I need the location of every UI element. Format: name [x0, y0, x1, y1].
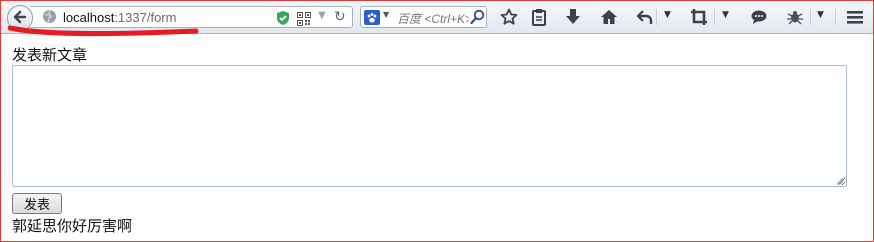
url-path: :1337/form: [114, 10, 177, 25]
undo-dropdown-icon[interactable]: ▼: [664, 10, 671, 20]
crop-icon[interactable]: [688, 6, 710, 28]
home-icon[interactable]: [598, 6, 620, 28]
toolbar-separator: [656, 9, 657, 25]
search-icon[interactable]: [470, 9, 485, 29]
reload-icon[interactable]: ↻: [334, 9, 346, 25]
red-underline-annotation: [8, 25, 199, 37]
addon-dropdown-icon[interactable]: ▼: [817, 10, 824, 20]
resize-grip-icon[interactable]: [835, 176, 844, 185]
url-host: localhost: [63, 10, 115, 25]
clipboard-icon[interactable]: [528, 6, 550, 28]
crop-dropdown-icon[interactable]: ▼: [722, 10, 729, 20]
baidu-paw-icon[interactable]: [364, 10, 380, 25]
download-icon[interactable]: [562, 6, 584, 28]
search-engine-dropdown-icon[interactable]: ▼: [383, 10, 389, 19]
search-bar[interactable]: ▼ 百度 <Ctrl+K>: [360, 6, 487, 28]
article-textarea[interactable]: [12, 65, 847, 187]
toolbar-separator: [810, 9, 811, 25]
hamburger-menu-icon[interactable]: [844, 6, 866, 28]
bug-icon[interactable]: [784, 6, 806, 28]
star-icon[interactable]: [498, 6, 520, 28]
search-placeholder[interactable]: 百度 <Ctrl+K>: [397, 10, 469, 27]
toolbar-separator: [714, 9, 715, 25]
form-heading: 发表新文章: [12, 46, 88, 64]
toolbar-separator: [835, 9, 836, 25]
shield-check-icon[interactable]: [276, 10, 290, 30]
result-text: 郭延思你好厉害啊: [12, 217, 133, 235]
url-text[interactable]: localhost:1337/form: [63, 10, 176, 25]
qr-code-icon[interactable]: [297, 11, 311, 30]
undo-icon[interactable]: [634, 6, 656, 28]
chat-bubble-icon[interactable]: [748, 6, 770, 28]
history-dropdown-icon[interactable]: ▼: [318, 10, 326, 21]
submit-button[interactable]: 发表: [12, 193, 62, 214]
